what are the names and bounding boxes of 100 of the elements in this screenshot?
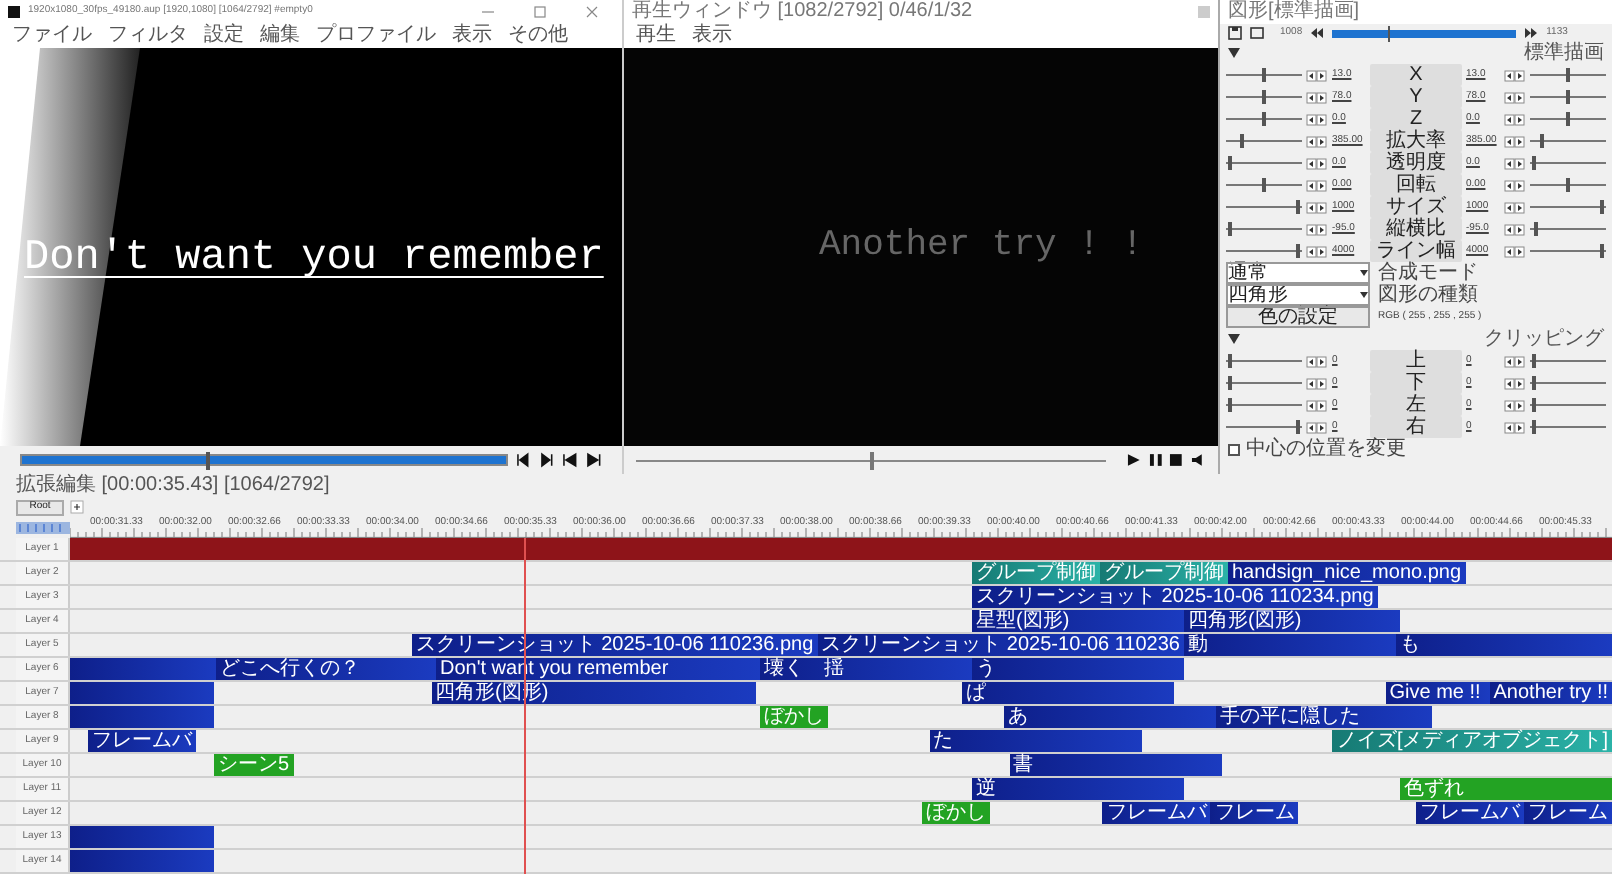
slider-thumb[interactable] [1296, 244, 1301, 258]
go-to-end-icon[interactable] [586, 452, 602, 468]
timeline-clip[interactable]: フレーム [1210, 802, 1299, 824]
timeline-clip[interactable] [70, 658, 216, 680]
timeline-clip[interactable]: 書 [1009, 754, 1222, 776]
spin-arrows-icon[interactable] [1504, 201, 1526, 213]
spin-arrows-icon[interactable] [1504, 113, 1526, 125]
timeline-clip[interactable]: handsign_nice_mono.png [1228, 562, 1466, 584]
slider-thumb[interactable] [1262, 178, 1267, 192]
spin-arrows-icon[interactable] [1306, 223, 1328, 235]
volume-icon[interactable] [1190, 452, 1206, 468]
timeline-clip[interactable]: 壊く 揺 [760, 658, 972, 680]
window-icon[interactable] [1250, 26, 1264, 40]
timeline-clip[interactable]: スクリーンショット 2025-10-06 110234.png [972, 586, 1378, 608]
timeline-clip[interactable]: 手の平に隠した [1216, 706, 1432, 728]
timeline-clip[interactable]: た [929, 730, 1142, 752]
timeline-clip[interactable]: 逆 [972, 778, 1184, 800]
spin-arrows-icon[interactable] [1504, 245, 1526, 257]
timeline-clip[interactable]: Give me !! [1385, 682, 1490, 704]
collapse-icon[interactable] [1228, 334, 1240, 344]
slider-thumb[interactable] [1600, 200, 1605, 214]
spin-arrows-icon[interactable] [1306, 201, 1328, 213]
menu-item[interactable]: ファイル [12, 24, 92, 48]
timeline-clip[interactable]: 四角形(図形) [1184, 610, 1400, 632]
slider-thumb[interactable] [1531, 420, 1536, 434]
parameter-button[interactable]: 回転 [1370, 174, 1462, 196]
spin-arrows-icon[interactable] [1504, 69, 1526, 81]
menu-item[interactable]: 設定 [204, 24, 244, 48]
save-icon[interactable] [1228, 26, 1242, 40]
seek-thumb[interactable] [205, 452, 210, 470]
timeline-clip[interactable]: う [972, 658, 1184, 680]
slider-thumb[interactable] [1227, 398, 1232, 412]
spin-arrows-icon[interactable] [1504, 377, 1526, 389]
menu-item[interactable]: プロファイル [316, 24, 436, 48]
spin-arrows-icon[interactable] [1504, 135, 1526, 147]
collapse-icon[interactable] [1228, 48, 1240, 58]
parameter-button[interactable]: 右 [1370, 416, 1462, 438]
timeline-clip[interactable]: どこへ行くの？ [216, 658, 436, 680]
spin-arrows-icon[interactable] [1504, 91, 1526, 103]
slider-thumb[interactable] [1531, 398, 1536, 412]
slider-thumb[interactable] [1227, 376, 1232, 390]
slider-thumb[interactable] [1240, 134, 1245, 148]
timeline-clip[interactable]: グループ制御 [1100, 562, 1228, 584]
spin-arrows-icon[interactable] [1306, 69, 1328, 81]
timeline-clip[interactable]: ぱ [962, 682, 1175, 704]
slider-thumb[interactable] [1262, 68, 1267, 82]
parameter-button[interactable]: X [1370, 64, 1462, 86]
parameter-button[interactable]: 左 [1370, 394, 1462, 416]
slider-thumb[interactable] [1566, 178, 1571, 192]
spin-arrows-icon[interactable] [1504, 223, 1526, 235]
spin-arrows-icon[interactable] [1306, 135, 1328, 147]
timeline-clip[interactable]: フレーム [1524, 802, 1612, 824]
slider-thumb[interactable] [1533, 222, 1538, 236]
timeline-clip[interactable]: グループ制御 [972, 562, 1100, 584]
timeline-clip[interactable]: 星型(図形) [972, 610, 1184, 632]
spin-arrows-icon[interactable] [1306, 113, 1328, 125]
timeline-clip[interactable] [70, 850, 214, 872]
slider-thumb[interactable] [1296, 420, 1301, 434]
slider-thumb[interactable] [1566, 112, 1571, 126]
parameter-button[interactable]: Y [1370, 86, 1462, 108]
go-to-start-icon[interactable] [562, 452, 579, 468]
timeline-clip[interactable] [70, 706, 214, 728]
maximize-icon[interactable] [534, 6, 546, 18]
spin-arrows-icon[interactable] [1306, 91, 1328, 103]
slider-thumb[interactable] [1531, 354, 1536, 368]
timeline-clip[interactable]: フレームバ [87, 730, 196, 752]
timeline-clip[interactable]: フレームバ [1102, 802, 1211, 824]
spin-arrows-icon[interactable] [1504, 355, 1526, 367]
pause-icon[interactable] [1147, 452, 1163, 468]
parameter-button[interactable]: Z [1370, 108, 1462, 130]
spin-arrows-icon[interactable] [1306, 157, 1328, 169]
spin-arrows-icon[interactable] [1306, 355, 1328, 367]
parameter-button[interactable]: 拡大率 [1370, 130, 1462, 152]
slider-thumb[interactable] [1600, 244, 1605, 258]
spin-arrows-icon[interactable] [1504, 157, 1526, 169]
timeline-clip[interactable]: スクリーンショット 2025-10-06 110236 [817, 634, 1184, 656]
menu-item[interactable]: 表示 [692, 24, 732, 48]
slider-thumb[interactable] [1227, 354, 1232, 368]
parameter-button[interactable]: 上 [1370, 350, 1462, 372]
menu-item[interactable]: フィルタ [108, 24, 188, 48]
stop-icon[interactable] [1168, 452, 1185, 468]
slider-thumb[interactable] [1227, 222, 1232, 236]
spin-arrows-icon[interactable] [1504, 421, 1526, 433]
slider-thumb[interactable] [1262, 112, 1267, 126]
timeline-clip[interactable]: も [1396, 634, 1612, 656]
spin-arrows-icon[interactable] [1504, 179, 1526, 191]
timeline-clip[interactable] [70, 682, 214, 704]
add-icon[interactable] [70, 500, 84, 514]
timeline-clip[interactable]: ノイズ[メディアオブジェクト] [1332, 730, 1612, 752]
timeline-clip[interactable]: Another try !! [1489, 682, 1612, 704]
parameter-button[interactable]: ライン幅 [1370, 240, 1462, 262]
timeline-clip[interactable]: フレームバ [1416, 802, 1524, 824]
slider-thumb[interactable] [1531, 376, 1536, 390]
timeline-clip[interactable]: 動 [1184, 634, 1396, 656]
checkbox[interactable] [1228, 444, 1240, 456]
timeline-clip[interactable]: あ [1004, 706, 1216, 728]
timeline-clip[interactable] [70, 826, 214, 848]
timeline-clip[interactable] [70, 538, 1612, 560]
spin-arrows-icon[interactable] [1504, 399, 1526, 411]
slider-thumb[interactable] [1566, 68, 1571, 82]
